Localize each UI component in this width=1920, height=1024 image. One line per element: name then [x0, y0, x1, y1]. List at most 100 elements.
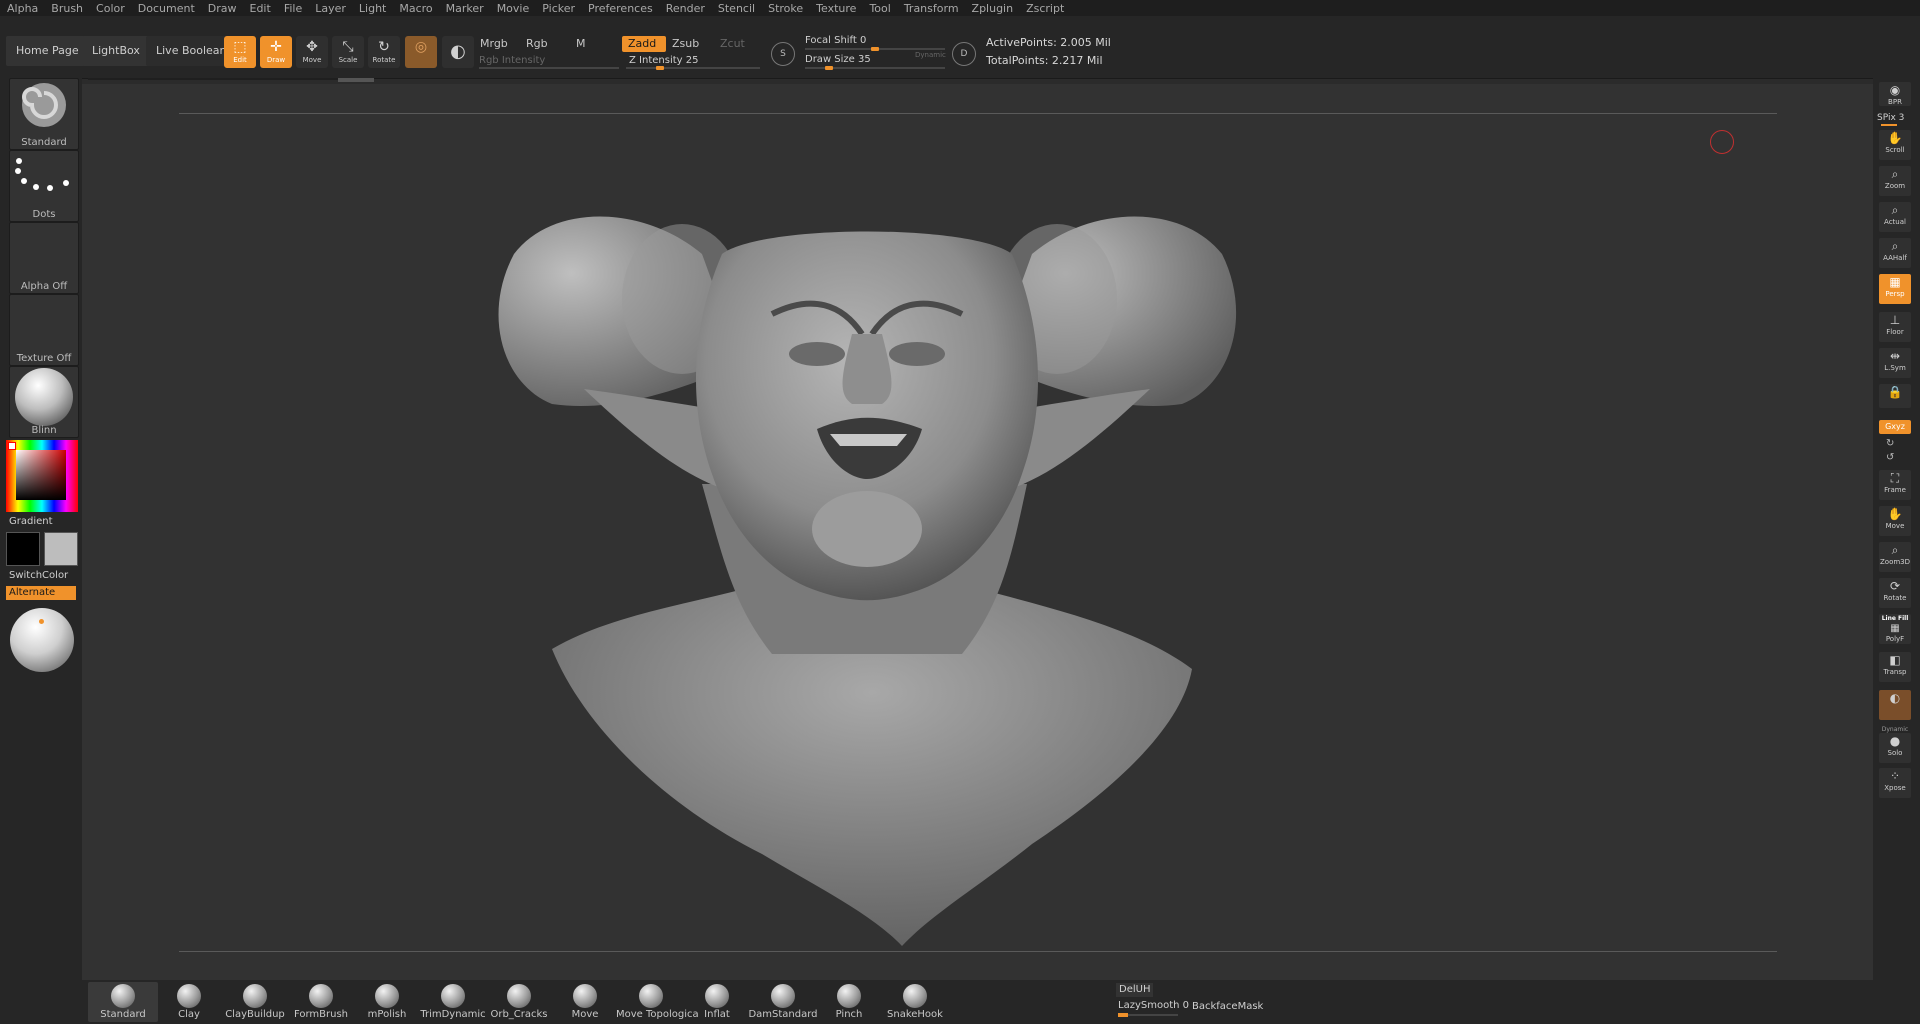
menu-document[interactable]: Document	[131, 2, 201, 15]
primary-color-swatch[interactable]	[6, 532, 40, 566]
menu-tool[interactable]: Tool	[862, 2, 896, 15]
frame-button[interactable]: ⛶ Frame	[1879, 470, 1911, 500]
menu-zscript[interactable]: Zscript	[1019, 2, 1070, 15]
actual-button[interactable]: ⌕ Actual	[1879, 202, 1911, 232]
mrgb-button[interactable]: Mrgb	[474, 36, 514, 52]
m-button[interactable]: M	[570, 36, 592, 52]
brush-damstandard[interactable]: DamStandard	[748, 982, 818, 1022]
alternate-button[interactable]: Alternate	[6, 586, 76, 600]
rotate-axis-y-icon[interactable]: ↻	[1886, 438, 1894, 449]
z-intensity-knob[interactable]	[655, 66, 664, 70]
brush-slot[interactable]: Standard	[9, 78, 79, 150]
brush-move-topologica[interactable]: Move Topologica	[616, 982, 699, 1022]
menu-transform[interactable]: Transform	[897, 2, 965, 15]
secondary-color-swatch[interactable]	[44, 532, 78, 566]
menu-render[interactable]: Render	[659, 2, 711, 15]
canvas-scrollbar[interactable]	[88, 78, 338, 80]
focal-shift-knob[interactable]	[871, 47, 879, 51]
rgb-intensity-slider[interactable]: Rgb Intensity	[479, 55, 545, 66]
menu-edit[interactable]: Edit	[243, 2, 277, 15]
rgb-button[interactable]: Rgb	[520, 36, 554, 52]
lock-button[interactable]: 🔒	[1879, 384, 1911, 408]
live-boolean-button[interactable]: Live Boolean	[146, 36, 237, 66]
brush-standard[interactable]: Standard	[88, 982, 158, 1022]
ghost-button[interactable]: ◐	[1879, 690, 1911, 720]
xyz-button[interactable]: Gxyz	[1879, 420, 1911, 434]
zadd-button[interactable]: Zadd	[622, 36, 666, 52]
brush-orb-cracks[interactable]: Orb_Cracks	[484, 982, 554, 1022]
rotate-button[interactable]: ↻ Rotate	[368, 36, 400, 68]
draw-size-knob[interactable]	[824, 66, 833, 70]
menu-file[interactable]: File	[277, 2, 308, 15]
menu-preferences[interactable]: Preferences	[581, 2, 659, 15]
move-button[interactable]: ✥ Move	[296, 36, 328, 68]
bpr-button[interactable]: ◉ BPR	[1879, 82, 1911, 106]
polyf-button[interactable]: Line Fill ▦ PolyF	[1879, 614, 1911, 644]
menu-stencil[interactable]: Stencil	[711, 2, 761, 15]
focal-shift-slider[interactable]: Focal Shift 0	[805, 35, 866, 46]
z-intensity-slider[interactable]: Z Intensity 25	[629, 55, 698, 66]
brush-move[interactable]: Move	[550, 982, 620, 1022]
document-canvas[interactable]	[82, 78, 1873, 980]
brush-trimdynamic[interactable]: TrimDynamic	[418, 982, 488, 1022]
lsym-button[interactable]: ⇹ L.Sym	[1879, 348, 1911, 378]
switch-color-button[interactable]: SwitchColor	[9, 570, 68, 581]
menu-marker[interactable]: Marker	[439, 2, 490, 15]
menu-light[interactable]: Light	[352, 2, 392, 15]
persp-button[interactable]: ▦ Persp	[1879, 274, 1911, 304]
home-page-button[interactable]: Home Page	[6, 36, 89, 66]
floor-button[interactable]: ⊥ Floor	[1879, 312, 1911, 342]
solo-button[interactable]: ● Solo	[1879, 733, 1911, 763]
menu-movie[interactable]: Movie	[490, 2, 536, 15]
dynamic-toggle[interactable]: Dynamic	[915, 51, 946, 59]
zoom3d-button[interactable]: ⌕ Zoom3D	[1879, 542, 1911, 572]
material-slot[interactable]: Blinn	[9, 366, 79, 438]
menu-alpha[interactable]: Alpha	[0, 2, 44, 15]
brush-snakehook[interactable]: SnakeHook	[880, 982, 950, 1022]
menu-picker[interactable]: Picker	[535, 2, 581, 15]
color-sphere-button[interactable]: ◐	[442, 36, 474, 68]
light-sphere[interactable]	[10, 608, 74, 672]
canvas-scroll-thumb[interactable]	[338, 78, 374, 82]
edit-button[interactable]: ⬚ Edit	[224, 36, 256, 68]
xpose-button[interactable]: ⁘ Xpose	[1879, 768, 1911, 798]
brush-clay[interactable]: Clay	[154, 982, 224, 1022]
backfacemask-toggle[interactable]: BackfaceMask	[1192, 1001, 1263, 1012]
color-picker-square[interactable]	[16, 450, 66, 500]
brush-inflat[interactable]: Inflat	[682, 982, 752, 1022]
rotate-view-button[interactable]: ⟳ Rotate	[1879, 578, 1911, 608]
brush-claybuildup[interactable]: ClayBuildup	[220, 982, 290, 1022]
menu-brush[interactable]: Brush	[44, 2, 89, 15]
menu-macro[interactable]: Macro	[392, 2, 438, 15]
spix-track[interactable]	[1881, 124, 1897, 126]
stroke-slot[interactable]: Dots	[9, 150, 79, 222]
zsub-button[interactable]: Zsub	[666, 36, 705, 52]
zoom-button[interactable]: ⌕ Zoom	[1879, 166, 1911, 196]
menu-layer[interactable]: Layer	[308, 2, 352, 15]
transp-button[interactable]: ◧ Transp	[1879, 652, 1911, 682]
texture-slot[interactable]: Texture Off	[9, 294, 79, 366]
color-picker[interactable]	[6, 440, 78, 512]
material-sphere-button[interactable]: ◎	[405, 36, 437, 68]
z-intensity-track[interactable]	[626, 67, 760, 69]
lazysmooth-knob[interactable]	[1118, 1013, 1128, 1017]
menu-stroke[interactable]: Stroke	[761, 2, 809, 15]
spix-slider[interactable]: SPix 3	[1877, 113, 1904, 123]
zcut-button[interactable]: Zcut	[714, 36, 751, 52]
brush-pinch[interactable]: Pinch	[814, 982, 884, 1022]
menu-draw[interactable]: Draw	[201, 2, 243, 15]
brush-mpolish[interactable]: mPolish	[352, 982, 422, 1022]
brush-formbrush[interactable]: FormBrush	[286, 982, 356, 1022]
gradient-toggle[interactable]: Gradient	[9, 516, 53, 527]
lightbox-button[interactable]: LightBox	[82, 36, 150, 66]
scale-button[interactable]: ⤡ Scale	[332, 36, 364, 68]
light-position-icon[interactable]	[39, 619, 44, 624]
alpha-slot[interactable]: Alpha Off	[9, 222, 79, 294]
s-icon[interactable]: S	[771, 42, 795, 66]
menu-zplugin[interactable]: Zplugin	[965, 2, 1020, 15]
deluh-button[interactable]: DelUH	[1116, 983, 1154, 997]
lazysmooth-slider[interactable]: LazySmooth 0	[1118, 1000, 1189, 1011]
draw-size-slider[interactable]: Draw Size 35	[805, 54, 871, 65]
menu-texture[interactable]: Texture	[809, 2, 862, 15]
scroll-button[interactable]: ✋ Scroll	[1879, 130, 1911, 160]
